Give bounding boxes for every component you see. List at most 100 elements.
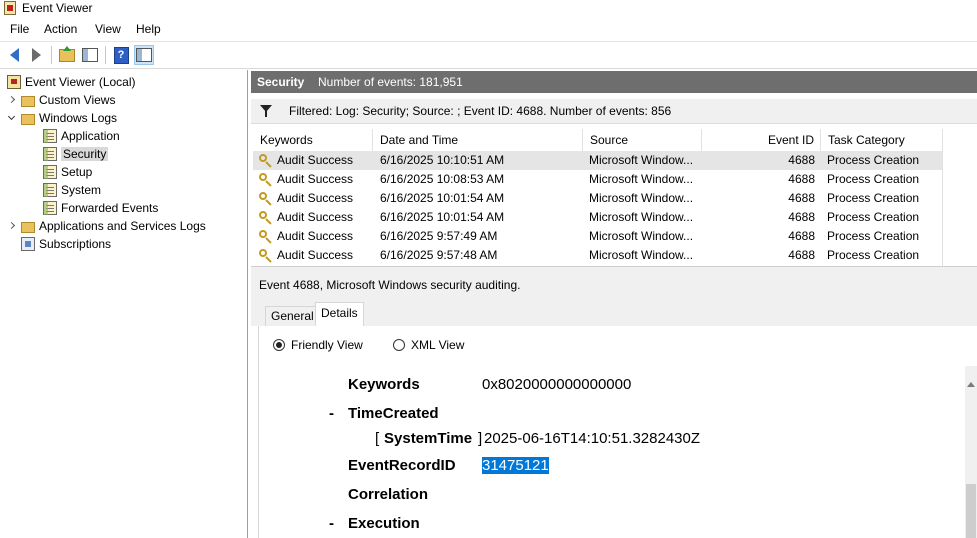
column-header-event-id[interactable]: Event ID [702, 129, 821, 151]
log-header: Security Number of events: 181,951 [251, 71, 977, 93]
menu-help[interactable]: Help [136, 22, 161, 36]
tree-item-label: System [61, 183, 102, 197]
cell-event-id: 4688 [788, 248, 815, 262]
cell-keywords: Audit Success [277, 248, 354, 262]
up-one-level-button[interactable] [57, 45, 77, 65]
chevron-down-icon[interactable] [7, 113, 17, 123]
menu-view[interactable]: View [95, 22, 121, 36]
chevron-right-icon[interactable] [7, 221, 17, 231]
field-timecreated-label: TimeCreated [348, 405, 439, 422]
field-correlation-label: Correlation [348, 486, 429, 503]
log-name: Security [257, 75, 305, 89]
event-count: Number of events: 181,951 [318, 75, 463, 89]
key-icon [259, 249, 267, 257]
folder-icon [21, 221, 35, 233]
cell-source: Microsoft Window... [589, 191, 694, 205]
cell-task-category: Process Creation [827, 210, 920, 224]
menu-file[interactable]: File [10, 22, 29, 36]
event-detail-title: Event 4688, Microsoft Windows security a… [259, 278, 521, 292]
details-scrollbar[interactable] [965, 366, 977, 538]
help-button[interactable]: ? [111, 45, 131, 65]
bracket-open: [ [375, 430, 380, 447]
toolbar: ? [0, 41, 977, 69]
cell-date-time: 6/16/2025 10:10:51 AM [380, 153, 505, 167]
table-row[interactable]: Audit Success 6/16/2025 9:57:48 AM Micro… [253, 246, 943, 265]
table-row[interactable]: Audit Success 6/16/2025 10:01:54 AM Micr… [253, 189, 943, 208]
tree-item-event-viewer-local[interactable]: Event Viewer (Local) [7, 73, 136, 91]
help-icon: ? [113, 46, 129, 64]
log-icon [43, 129, 57, 143]
show-hide-console-tree-button[interactable] [80, 45, 100, 65]
field-keywords-label: Keywords [348, 376, 420, 393]
cell-task-category: Process Creation [827, 153, 920, 167]
tree-item-application[interactable]: Application [43, 127, 120, 145]
tree-item-security[interactable]: Security [43, 145, 109, 163]
tree-item-windows-logs[interactable]: Windows Logs [7, 109, 117, 127]
tab-details[interactable]: Details [315, 302, 364, 327]
cell-event-id: 4688 [788, 153, 815, 167]
scroll-up-arrow-icon[interactable] [967, 382, 975, 387]
column-header-task-category[interactable]: Task Category [821, 129, 943, 151]
event-detail-header: Event 4688, Microsoft Windows security a… [251, 271, 977, 296]
field-eventrecordid-label: EventRecordID [348, 457, 456, 474]
tree-item-system[interactable]: System [43, 181, 101, 199]
key-icon [259, 211, 267, 219]
table-row[interactable]: Audit Success 6/16/2025 10:08:53 AM Micr… [253, 170, 943, 189]
back-button[interactable] [4, 45, 24, 65]
show-hide-action-pane-button[interactable] [134, 45, 154, 65]
xml-view-radio[interactable] [393, 339, 405, 351]
tree-item-applications-and-services-logs[interactable]: Applications and Services Logs [7, 217, 206, 235]
menu-bar: File Action View Help [0, 19, 977, 40]
tree-item-label: Custom Views [39, 93, 116, 107]
cell-keywords: Audit Success [277, 153, 354, 167]
table-row[interactable]: Audit Success 6/16/2025 10:01:54 AM Micr… [253, 208, 943, 227]
cell-source: Microsoft Window... [589, 172, 694, 186]
tree-item-label: Applications and Services Logs [39, 219, 206, 233]
tree-item-forwarded-events[interactable]: Forwarded Events [43, 199, 158, 217]
tree-item-label: Setup [61, 165, 93, 179]
cell-event-id: 4688 [788, 210, 815, 224]
tree-item-custom-views[interactable]: Custom Views [7, 91, 115, 109]
menu-action[interactable]: Action [44, 22, 77, 36]
subscriptions-icon [21, 237, 35, 251]
key-icon [259, 230, 267, 238]
table-row[interactable]: Audit Success 6/16/2025 10:10:51 AM Micr… [253, 151, 943, 170]
cell-source: Microsoft Window... [589, 210, 694, 224]
collapse-execution-toggle[interactable]: - [329, 515, 334, 532]
friendly-view-radio[interactable] [273, 339, 285, 351]
log-icon [43, 147, 57, 161]
field-keywords-value: 0x8020000000000000 [482, 376, 632, 393]
field-eventrecordid-value[interactable]: 31475121 [482, 457, 549, 474]
log-icon [43, 183, 57, 197]
key-icon [259, 192, 267, 200]
log-icon [43, 201, 57, 215]
folder-up-icon [59, 45, 75, 62]
scrollbar-thumb[interactable] [966, 484, 976, 538]
detail-tabs: General Details [251, 296, 977, 327]
table-border [942, 151, 943, 266]
tree-item-label: Application [61, 129, 120, 143]
chevron-right-icon[interactable] [7, 95, 17, 105]
column-header-source[interactable]: Source [583, 129, 702, 151]
xml-view-label[interactable]: XML View [411, 338, 464, 352]
table-row[interactable]: Audit Success 6/16/2025 9:57:49 AM Micro… [253, 227, 943, 246]
tree-item-label: Windows Logs [39, 111, 118, 125]
tree-item-setup[interactable]: Setup [43, 163, 92, 181]
cell-keywords: Audit Success [277, 210, 354, 224]
back-arrow-icon [9, 48, 19, 62]
collapse-timecreated-toggle[interactable]: - [329, 405, 334, 422]
field-systemtime-label: SystemTime [384, 430, 473, 447]
toolbar-separator [51, 46, 52, 64]
column-header-keywords[interactable]: Keywords [253, 129, 373, 151]
tree-item-subscriptions[interactable]: Subscriptions [21, 235, 111, 253]
cell-keywords: Audit Success [277, 229, 354, 243]
tab-general[interactable]: General [265, 306, 320, 326]
forward-button[interactable] [26, 45, 46, 65]
tree-item-label: Event Viewer (Local) [25, 75, 136, 89]
friendly-view-label[interactable]: Friendly View [291, 338, 363, 352]
tree-item-label: Forwarded Events [61, 201, 159, 215]
cell-event-id: 4688 [788, 229, 815, 243]
cell-source: Microsoft Window... [589, 248, 694, 262]
event-viewer-icon [7, 75, 21, 89]
column-header-date-and-time[interactable]: Date and Time [373, 129, 583, 151]
